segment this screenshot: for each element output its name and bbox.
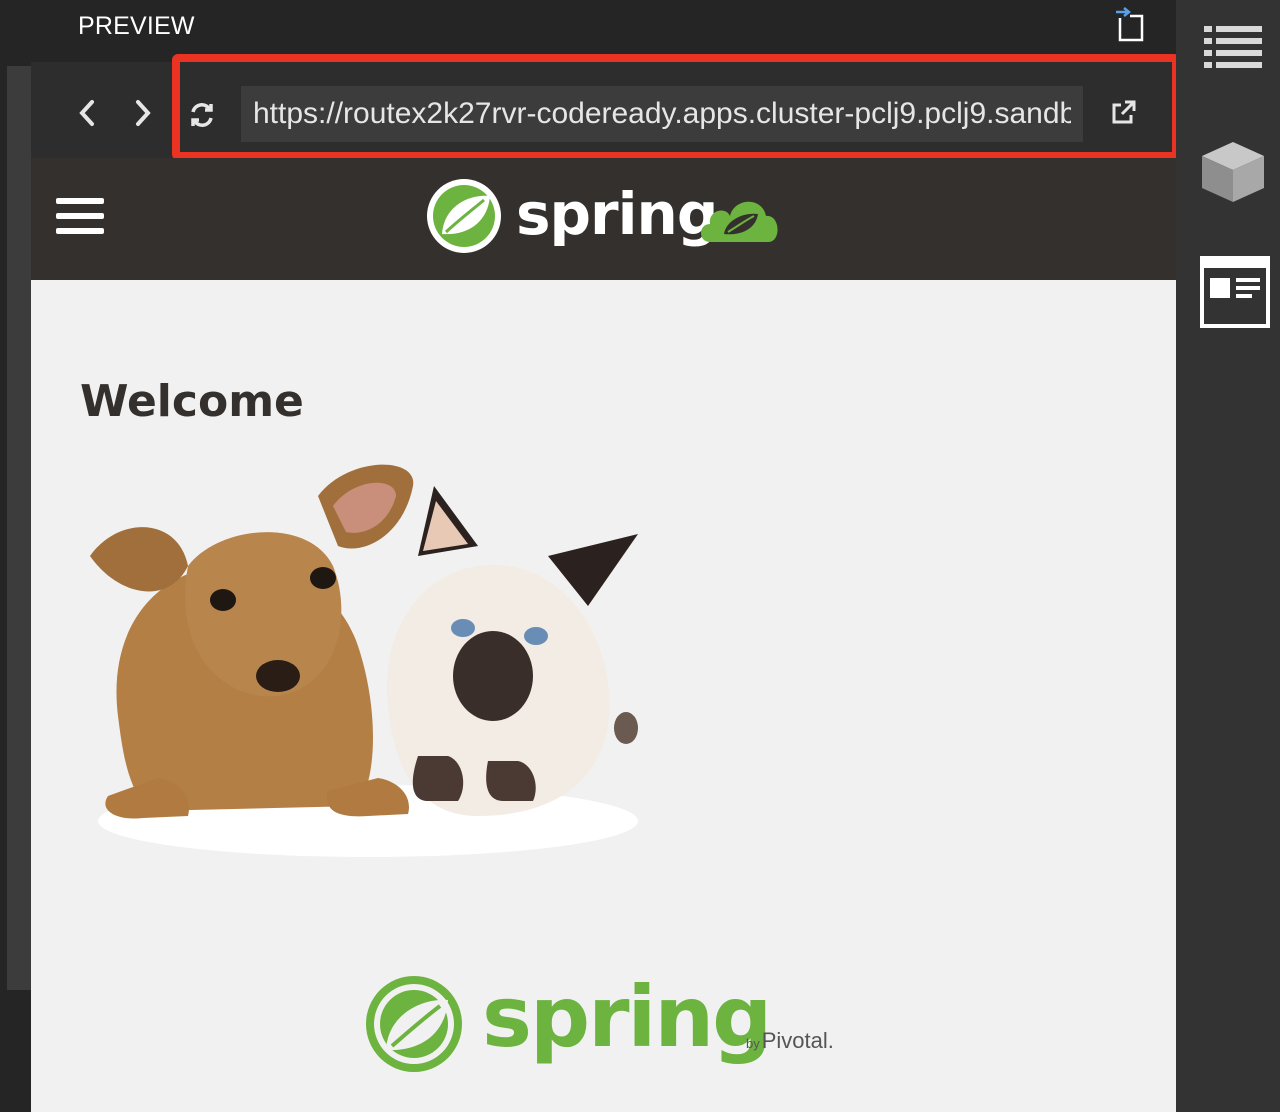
- spring-footer-logo-text: spring: [482, 968, 772, 1066]
- pivotal-brand-text: byPivotal.: [746, 1028, 834, 1054]
- cube-icon[interactable]: [1200, 140, 1266, 209]
- preview-window-icon[interactable]: [1200, 256, 1270, 333]
- gutter-scrollbar[interactable]: [7, 66, 31, 990]
- pets-image: [78, 456, 658, 871]
- refresh-icon: [191, 103, 213, 127]
- open-external-button[interactable]: [1106, 96, 1140, 130]
- list-icon[interactable]: [1204, 24, 1264, 77]
- pivotal-by-label: by: [746, 1036, 760, 1051]
- forward-button[interactable]: [128, 96, 158, 130]
- panel-title: PREVIEW: [78, 12, 195, 40]
- external-link-icon: [1112, 100, 1136, 124]
- chevron-right-icon: [136, 100, 151, 126]
- right-toolbar: [1176, 0, 1280, 1112]
- welcome-heading: Welcome: [80, 376, 304, 427]
- chevron-left-icon: [79, 100, 94, 126]
- refresh-button[interactable]: [187, 98, 217, 132]
- spring-footer-leaf-icon: [362, 972, 466, 1081]
- spring-logo-text: spring: [516, 180, 718, 248]
- spring-cloud-icon: [696, 188, 784, 253]
- export-file-icon[interactable]: [1110, 6, 1150, 42]
- hamburger-menu-icon[interactable]: [56, 198, 104, 238]
- back-button[interactable]: [72, 96, 102, 130]
- spring-leaf-icon: [424, 176, 504, 261]
- pivotal-name: Pivotal.: [761, 1028, 834, 1053]
- url-input[interactable]: [241, 86, 1083, 142]
